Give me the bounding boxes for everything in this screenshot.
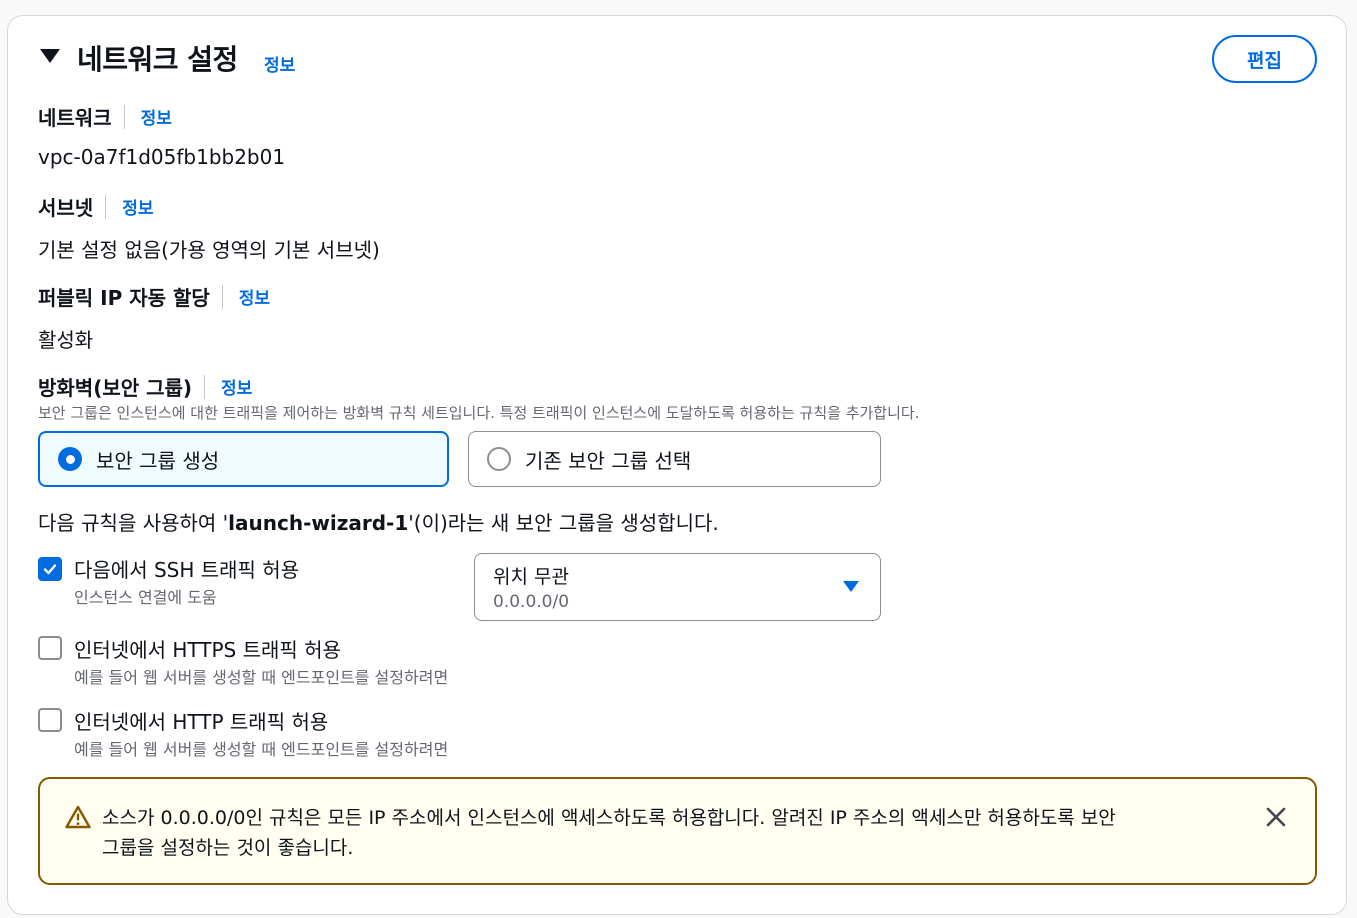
firewall-info-link[interactable]: 정보 [221,374,252,399]
ssh-source-cidr: 0.0.0.0/0 [493,592,570,612]
section-info-link[interactable]: 정보 [264,51,295,76]
subnet-value: 기본 설정 없음(가용 영역의 기본 서브넷) [38,238,380,262]
subnet-label: 서브넷 [38,196,94,220]
ssh-checkbox[interactable] [38,557,62,581]
select-existing-security-group-label: 기존 보안 그룹 선택 [525,448,692,473]
divider [105,194,107,219]
rule-summary: 다음 규칙을 사용하여 'launch-wizard-1'(이)라는 새 보안 … [38,507,719,536]
divider [123,104,125,129]
security-group-name: launch-wizard-1 [228,511,409,535]
select-existing-security-group-option[interactable]: 기존 보안 그룹 선택 [468,431,881,487]
divider [221,284,223,309]
public-ip-value: 활성화 [38,328,94,352]
ssh-source-select[interactable]: 위치 무관 0.0.0.0/0 [474,553,881,621]
https-rule-description: 예를 들어 웹 서버를 생성할 때 엔드포인트를 설정하려면 [74,668,449,687]
network-label: 네트워크 [38,106,112,130]
ssh-rule-label[interactable]: 다음에서 SSH 트래픽 허용 [74,554,299,583]
warning-alert: 소스가 0.0.0.0/0인 규칙은 모든 IP 주소에서 인스턴스에 액세스하… [38,777,1317,885]
warning-line-1: 소스가 0.0.0.0/0인 규칙은 모든 IP 주소에서 인스턴스에 액세스하… [102,807,1116,829]
public-ip-label: 퍼블릭 IP 자동 할당 [38,286,210,310]
warning-line-2: 그룹을 설정하는 것이 좋습니다. [102,837,354,859]
firewall-description: 보안 그룹은 인스턴스에 대한 트래픽을 제어하는 방화벽 규칙 세트입니다. … [38,404,920,422]
network-settings-panel: 네트워크 설정 정보 편집 네트워크 정보 vpc-0a7f1d05fb1bb2… [7,15,1347,915]
close-icon[interactable] [1265,806,1287,828]
warning-message: 소스가 0.0.0.0/0인 규칙은 모든 IP 주소에서 인스턴스에 액세스하… [102,803,1116,863]
rule-summary-suffix: '(이)라는 새 보안 그룹을 생성합니다. [408,511,719,535]
check-icon [43,564,57,575]
http-checkbox[interactable] [38,708,62,732]
network-field-header: 네트워크 정보 [38,102,172,131]
ssh-rule-description: 인스턴스 연결에 도움 [74,588,217,607]
subnet-info-link[interactable]: 정보 [122,194,153,219]
edit-button[interactable]: 편집 [1212,35,1317,83]
ssh-source-value: 위치 무관 [493,566,569,588]
https-rule-label[interactable]: 인터넷에서 HTTPS 트래픽 허용 [74,634,341,663]
radio-selected[interactable] [58,447,82,471]
create-security-group-label: 보안 그룹 생성 [96,448,220,473]
warning-triangle-icon [65,805,91,829]
rule-summary-prefix: 다음 규칙을 사용하여 ' [38,511,229,535]
http-rule-label[interactable]: 인터넷에서 HTTP 트래픽 허용 [74,706,328,735]
caret-down-icon[interactable] [40,49,60,63]
network-value: vpc-0a7f1d05fb1bb2b01 [38,145,286,169]
section-title[interactable]: 네트워크 설정 [77,38,238,78]
network-info-link[interactable]: 정보 [141,104,172,129]
firewall-field-header: 방화벽(보안 그룹) 정보 [38,372,252,401]
https-checkbox[interactable] [38,636,62,660]
divider [204,374,206,399]
firewall-label: 방화벽(보안 그룹) [38,376,193,400]
subnet-field-header: 서브넷 정보 [38,192,153,221]
public-ip-field-header: 퍼블릭 IP 자동 할당 정보 [38,282,270,311]
public-ip-info-link[interactable]: 정보 [239,284,270,309]
create-security-group-option[interactable]: 보안 그룹 생성 [38,431,449,487]
triangle-down-icon [843,581,859,592]
http-rule-description: 예를 들어 웹 서버를 생성할 때 엔드포인트를 설정하려면 [74,740,449,759]
radio-unselected[interactable] [487,447,511,471]
